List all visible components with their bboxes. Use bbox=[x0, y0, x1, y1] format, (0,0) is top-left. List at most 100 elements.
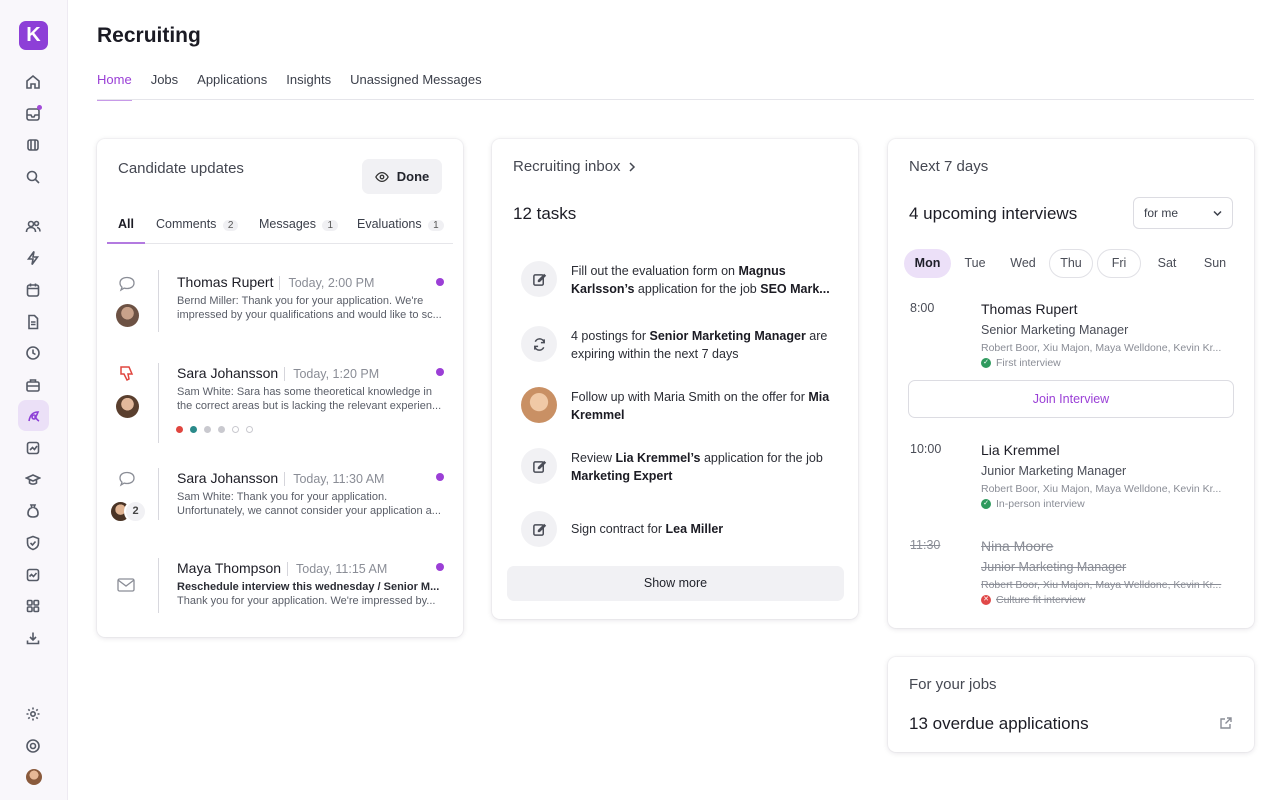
interview-panel: Robert Boor, Xiu Majon, Maya Welldone, K… bbox=[981, 483, 1222, 495]
task-item[interactable]: Sign contract for Lea Miller bbox=[492, 511, 858, 551]
for-your-jobs-title: For your jobs bbox=[909, 676, 997, 693]
user-avatar[interactable] bbox=[26, 769, 42, 785]
update-text: Bernd Miller: Thank you for your applica… bbox=[177, 295, 424, 307]
tab-home[interactable]: Home bbox=[97, 72, 132, 101]
comment-icon bbox=[119, 471, 135, 487]
task-text: Follow up with Maria Smith on the offer … bbox=[571, 390, 830, 422]
avatar bbox=[521, 387, 557, 423]
filter-select[interactable]: for me bbox=[1133, 197, 1233, 229]
task-text: Review Lia Kremmel’s application for the… bbox=[571, 451, 823, 483]
mail-icon bbox=[117, 578, 135, 592]
comment-icon bbox=[119, 276, 135, 292]
unread-dot bbox=[436, 278, 444, 286]
day-sat[interactable]: Sat bbox=[1145, 249, 1189, 278]
filter-comments[interactable]: Comments 2 bbox=[156, 217, 239, 231]
next-7-days-card: Next 7 days 4 upcoming interviews for me… bbox=[888, 139, 1254, 628]
clock-icon[interactable] bbox=[22, 342, 44, 364]
avatar bbox=[116, 304, 139, 327]
help-icon[interactable] bbox=[22, 735, 44, 757]
filter-messages[interactable]: Messages 1 bbox=[259, 217, 339, 231]
interview-type: ✓ First interview bbox=[981, 357, 1061, 369]
candidate-update-item[interactable]: Sara Johansson Today, 1:20 PM Sam White: … bbox=[97, 359, 463, 444]
day-fri[interactable]: Fri bbox=[1097, 249, 1141, 278]
chevron-down-icon bbox=[1213, 210, 1222, 217]
recruiting-inbox-card: Recruiting inbox 12 tasks Fill out the e… bbox=[492, 139, 858, 619]
recruiting-icon[interactable] bbox=[18, 400, 49, 431]
task-text: 4 postings for Senior Marketing Manager … bbox=[571, 329, 828, 361]
grid-icon[interactable] bbox=[22, 134, 44, 156]
day-wed[interactable]: Wed bbox=[1001, 249, 1045, 278]
download-icon[interactable] bbox=[22, 627, 44, 649]
task-item[interactable]: Fill out the evaluation form on Magnus K… bbox=[492, 261, 858, 305]
tab-applications[interactable]: Applications bbox=[197, 72, 267, 101]
interview-time: 8:00 bbox=[910, 301, 935, 315]
users-icon[interactable] bbox=[22, 215, 44, 237]
interview-item[interactable]: 11:30 Nina Moore Junior Marketing Manage… bbox=[888, 536, 1254, 611]
filter-evaluations[interactable]: Evaluations 1 bbox=[357, 217, 444, 231]
done-button[interactable]: Done bbox=[362, 159, 442, 194]
interview-item[interactable]: 8:00 Thomas Rupert Senior Marketing Mana… bbox=[888, 299, 1254, 419]
tab-insights[interactable]: Insights bbox=[286, 72, 331, 101]
edit-icon bbox=[521, 261, 557, 297]
candidate-updates-card: Candidate updates Done All Comments 2 Me… bbox=[97, 139, 463, 637]
bolt-icon[interactable] bbox=[22, 247, 44, 269]
money-bag-icon[interactable] bbox=[22, 500, 44, 522]
page-title: Recruiting bbox=[97, 24, 201, 47]
candidate-name: Sara Johansson bbox=[177, 470, 279, 486]
recruiting-inbox-link[interactable]: Recruiting inbox bbox=[513, 158, 637, 175]
filter-tabs: All Comments 2 Messages 1 Evaluations 1 bbox=[107, 217, 453, 244]
tab-jobs[interactable]: Jobs bbox=[151, 72, 178, 101]
document-icon[interactable] bbox=[22, 311, 44, 333]
inbox-icon[interactable] bbox=[22, 103, 44, 125]
update-text-2: Unfortunately, we cannot consider your a… bbox=[177, 505, 441, 517]
tab-unassigned-messages[interactable]: Unassigned Messages bbox=[350, 72, 482, 101]
update-subject: Reschedule interview this wednesday / Se… bbox=[177, 581, 440, 593]
external-link-icon[interactable] bbox=[1220, 717, 1232, 729]
day-sun[interactable]: Sun bbox=[1193, 249, 1237, 278]
candidate-name: Thomas Rupert bbox=[177, 274, 274, 290]
candidate-update-item[interactable]: Maya Thompson Today, 11:15 AM Reschedule … bbox=[97, 554, 463, 624]
home-icon[interactable] bbox=[22, 71, 44, 93]
calendar-icon[interactable] bbox=[22, 279, 44, 301]
task-item[interactable]: Follow up with Maria Smith on the offer … bbox=[492, 387, 858, 431]
filter-all[interactable]: All bbox=[107, 217, 145, 244]
graduation-cap-icon[interactable] bbox=[22, 469, 44, 491]
interview-role: Junior Marketing Manager bbox=[981, 560, 1127, 574]
candidate-update-item[interactable]: Thomas Rupert Today, 2:00 PM Bernd Miller… bbox=[97, 264, 463, 344]
interview-item[interactable]: 10:00 Lia Kremmel Junior Marketing Manag… bbox=[888, 440, 1254, 515]
candidate-update-item[interactable]: 2 Sara Johansson Today, 11:30 AM Sam Whit… bbox=[97, 464, 463, 544]
avatar-count-badge: 2 bbox=[124, 500, 147, 523]
tab-bar: Home Jobs Applications Insights Unassign… bbox=[97, 72, 482, 101]
update-text: Thank you for your application. We're im… bbox=[177, 595, 436, 607]
interview-time: 10:00 bbox=[910, 442, 942, 456]
edit-icon bbox=[521, 511, 557, 547]
task-text: Fill out the evaluation form on Magnus K… bbox=[571, 264, 830, 296]
task-item[interactable]: Review Lia Kremmel’s application for the… bbox=[492, 448, 858, 492]
join-interview-button[interactable]: Join Interview bbox=[908, 380, 1234, 418]
interview-role: Junior Marketing Manager bbox=[981, 464, 1127, 478]
settings-icon[interactable] bbox=[22, 703, 44, 725]
row-divider bbox=[158, 363, 159, 443]
update-time: Today, 11:30 AM bbox=[284, 472, 385, 486]
task-item[interactable]: 4 postings for Senior Marketing Manager … bbox=[492, 326, 858, 370]
interview-candidate: Thomas Rupert bbox=[981, 301, 1078, 317]
apps-icon[interactable] bbox=[22, 595, 44, 617]
day-thu[interactable]: Thu bbox=[1049, 249, 1093, 278]
chevron-right-icon bbox=[629, 161, 635, 172]
chart-icon[interactable] bbox=[22, 437, 44, 459]
day-mon[interactable]: Mon bbox=[904, 249, 951, 278]
candidate-name: Maya Thompson bbox=[177, 560, 282, 576]
unread-dot bbox=[436, 473, 444, 481]
update-time: Today, 2:00 PM bbox=[279, 276, 375, 290]
search-icon[interactable] bbox=[22, 166, 44, 188]
shield-icon[interactable] bbox=[22, 532, 44, 554]
show-more-button[interactable]: Show more bbox=[507, 566, 844, 601]
day-tue[interactable]: Tue bbox=[954, 249, 996, 278]
app-logo[interactable]: K bbox=[19, 21, 48, 50]
briefcase-icon[interactable] bbox=[22, 374, 44, 396]
notification-dot bbox=[37, 105, 42, 110]
interview-panel: Robert Boor, Xiu Majon, Maya Welldone, K… bbox=[981, 342, 1222, 354]
analytics-icon[interactable] bbox=[22, 564, 44, 586]
for-your-jobs-card[interactable]: For your jobs 13 overdue applications bbox=[888, 657, 1254, 752]
check-icon: ✓ bbox=[981, 499, 991, 509]
